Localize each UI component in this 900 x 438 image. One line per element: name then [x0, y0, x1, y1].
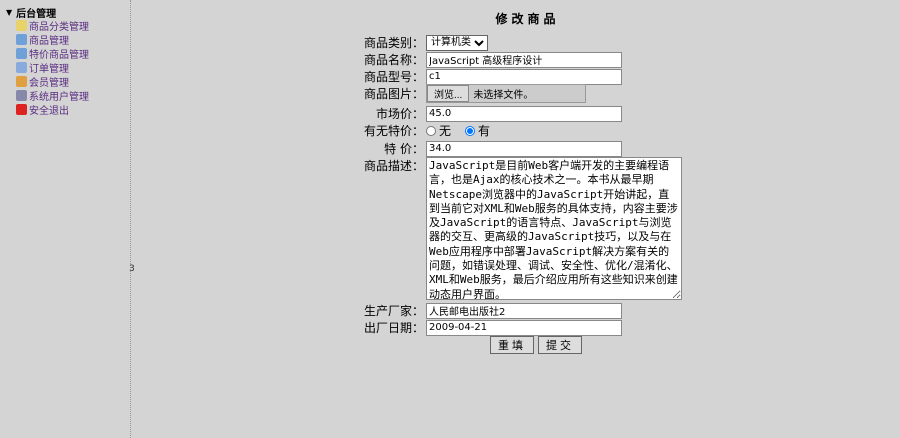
- sidebar-item-label: 安全退出: [29, 105, 69, 117]
- special-price-input[interactable]: [426, 140, 622, 157]
- sidebar-item-label: 订单管理: [29, 63, 69, 75]
- desc-row: 商品描述： JavaScript是目前Web客户端开发的主要编程语言，也是Ajax…: [340, 157, 682, 300]
- image-label: 商品图片：: [363, 87, 424, 101]
- market-price-input[interactable]: [426, 105, 622, 122]
- factory-input[interactable]: [426, 302, 622, 319]
- special-row: 有无特价： 无 有: [340, 122, 504, 139]
- sidebar-item-label: 特价商品管理: [29, 49, 89, 61]
- sidebar-item[interactable]: 订单管理: [16, 60, 89, 75]
- special-price-label: 特 价：: [384, 142, 424, 156]
- browse-button[interactable]: 浏览...: [427, 85, 470, 102]
- desc-label: 商品描述：: [363, 159, 424, 173]
- name-label: 商品名称：: [363, 53, 424, 67]
- sidebar-item[interactable]: 特价商品管理: [16, 46, 89, 61]
- date-label: 出厂日期：: [363, 321, 424, 335]
- sidebar-menu: 商品分类管理 商品管理 特价商品管理 订单管理 会员管理 系统用户管理 安全退出: [16, 18, 89, 117]
- sidebar-item-label: 会员管理: [29, 77, 69, 89]
- sidebar-item-label: 系统用户管理: [29, 91, 89, 103]
- name-row: 商品名称：: [340, 51, 622, 68]
- sidebar-item[interactable]: 会员管理: [16, 74, 89, 89]
- category-label: 商品类别：: [363, 36, 424, 50]
- special-label: 有无特价：: [363, 124, 424, 138]
- sidebar-item[interactable]: 安全退出: [16, 102, 89, 117]
- folder-icon: [16, 47, 27, 59]
- factory-row: 生产厂家：: [340, 302, 622, 319]
- model-row: 商品型号：: [340, 68, 622, 85]
- name-input[interactable]: [426, 51, 622, 68]
- date-input[interactable]: [426, 319, 622, 336]
- image-file-input[interactable]: 浏览... 未选择文件。: [426, 84, 586, 103]
- radio-yes[interactable]: [465, 125, 476, 136]
- users-icon: [16, 75, 27, 87]
- date-row: 出厂日期：: [340, 319, 622, 336]
- model-label: 商品型号：: [363, 70, 424, 84]
- submit-button[interactable]: 提交: [538, 336, 582, 354]
- sidebar-item-label: 商品管理: [29, 35, 69, 47]
- market-price-label: 市场价：: [375, 107, 424, 121]
- no-file-text: 未选择文件。: [473, 90, 534, 101]
- category-row: 商品类别： 计算机类: [340, 34, 488, 51]
- user-icon: [16, 89, 27, 101]
- radio-yes-label: 有: [478, 124, 491, 138]
- button-row: 重填 提交: [490, 336, 586, 354]
- sidebar-item[interactable]: 商品管理: [16, 32, 89, 47]
- sidebar-item[interactable]: 系统用户管理: [16, 88, 89, 103]
- reset-button[interactable]: 重填: [490, 336, 534, 354]
- category-select[interactable]: 计算机类: [426, 34, 488, 51]
- desc-textarea[interactable]: JavaScript是目前Web客户端开发的主要编程语言，也是Ajax的核心技术…: [426, 157, 682, 300]
- close-icon: [16, 103, 27, 115]
- folder-icon: [16, 33, 27, 45]
- image-row: 商品图片： 浏览... 未选择文件。: [340, 84, 586, 103]
- sidebar: ▼ 后台管理 商品分类管理 商品管理 特价商品管理 订单管理 会员管理 系统用户管理 安全退出: [0, 0, 131, 438]
- factory-label: 生产厂家：: [363, 304, 424, 318]
- radio-no[interactable]: [426, 125, 436, 136]
- market-row: 市场价：: [340, 105, 622, 122]
- price-row: 特 价：: [340, 140, 622, 157]
- special-no-radio[interactable]: 无: [426, 122, 451, 139]
- page-title: 修改商品: [495, 12, 560, 26]
- list-icon: [16, 61, 27, 73]
- model-input[interactable]: [426, 68, 622, 85]
- special-yes-radio[interactable]: 有: [465, 122, 490, 139]
- splitter-handle[interactable]: 3: [129, 264, 135, 274]
- radio-no-label: 无: [439, 124, 452, 138]
